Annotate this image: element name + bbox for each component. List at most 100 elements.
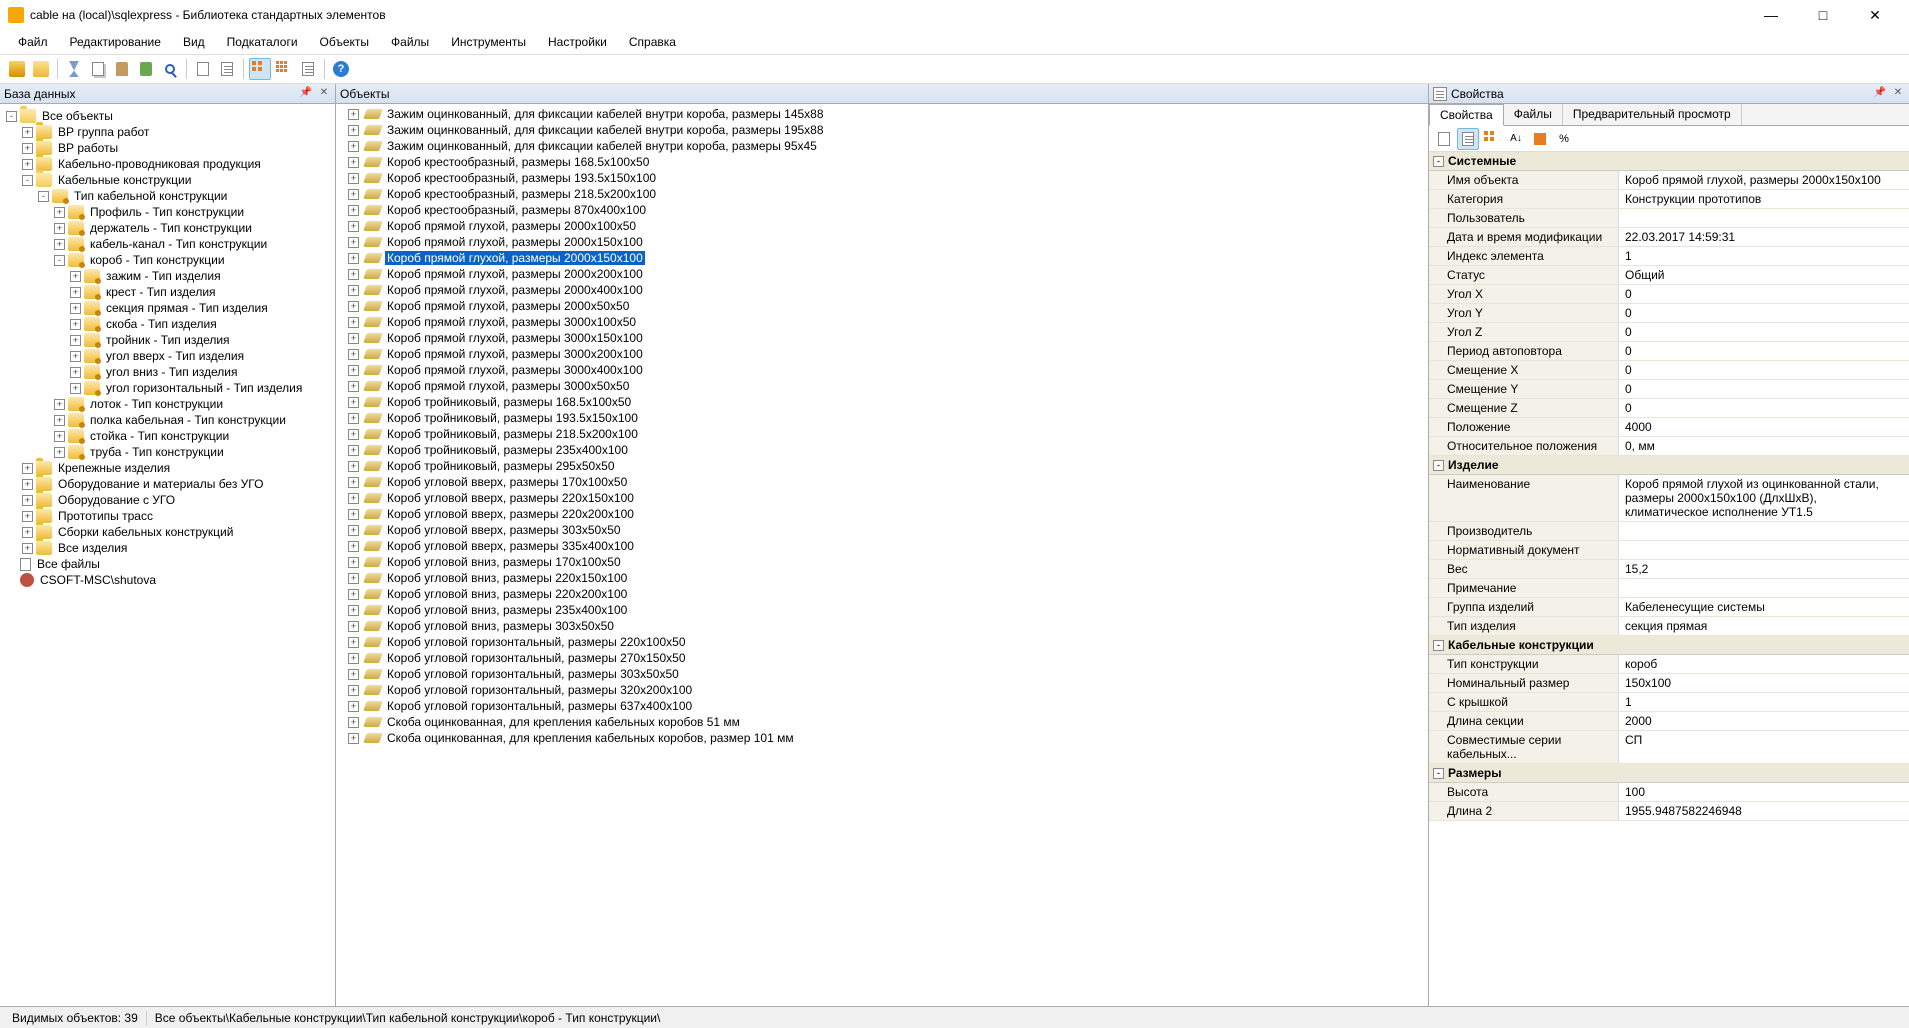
property-value[interactable]: 0 [1619, 342, 1909, 360]
object-item[interactable]: +Короб крестообразный, размеры 168.5х100… [340, 154, 1424, 170]
paste-special-button[interactable] [135, 58, 157, 80]
close-panel-icon[interactable]: ✕ [1891, 87, 1905, 101]
object-item[interactable]: +Короб прямой глухой, размеры 3000х50х50 [340, 378, 1424, 394]
property-row[interactable]: Смещение X0 [1429, 361, 1909, 380]
property-row[interactable]: Относительное положения0, мм [1429, 437, 1909, 456]
collapse-icon[interactable]: - [54, 255, 65, 266]
menu-настройки[interactable]: Настройки [538, 33, 617, 51]
open-folder-button[interactable] [30, 58, 52, 80]
expand-icon[interactable]: + [54, 415, 65, 426]
prop-categorize-button[interactable] [1457, 128, 1479, 150]
object-item[interactable]: +Короб тройниковый, размеры 235х400х100 [340, 442, 1424, 458]
object-item[interactable]: +Зажим оцинкованный, для фиксации кабеле… [340, 122, 1424, 138]
tree-node[interactable]: +Прототипы трасс [2, 508, 333, 524]
expand-icon[interactable]: + [348, 157, 359, 168]
property-row[interactable]: Длина 21955.9487582246948 [1429, 802, 1909, 821]
expand-icon[interactable]: + [348, 653, 359, 664]
paste-button[interactable] [111, 58, 133, 80]
tree-node[interactable]: +Все изделия [2, 540, 333, 556]
tree-node[interactable]: Все файлы [2, 556, 333, 572]
expand-icon[interactable]: + [348, 573, 359, 584]
expand-icon[interactable]: + [348, 109, 359, 120]
object-item[interactable]: +Короб угловой вверх, размеры 303х50х50 [340, 522, 1424, 538]
expand-icon[interactable]: + [348, 221, 359, 232]
property-row[interactable]: Совместимые серии кабельных...СП [1429, 731, 1909, 764]
tree-node[interactable]: +зажим - Тип изделия [2, 268, 333, 284]
property-value[interactable]: 2000 [1619, 712, 1909, 730]
property-row[interactable]: Группа изделийКабеленесущие системы [1429, 598, 1909, 617]
expand-icon[interactable]: + [348, 493, 359, 504]
object-item[interactable]: +Короб угловой вниз, размеры 170х100х50 [340, 554, 1424, 570]
tree-node[interactable]: +Оборудование с УГО [2, 492, 333, 508]
property-row[interactable]: Длина секции2000 [1429, 712, 1909, 731]
expand-icon[interactable]: + [70, 367, 81, 378]
expand-icon[interactable]: + [70, 271, 81, 282]
property-value[interactable]: 0, мм [1619, 437, 1909, 455]
collapse-icon[interactable]: - [1433, 156, 1444, 167]
expand-icon[interactable]: + [348, 285, 359, 296]
tab-0[interactable]: Свойства [1429, 104, 1504, 126]
property-value[interactable] [1619, 209, 1909, 227]
menu-подкаталоги[interactable]: Подкаталоги [217, 33, 308, 51]
object-item[interactable]: +Короб прямой глухой, размеры 3000х200х1… [340, 346, 1424, 362]
collapse-icon[interactable]: - [1433, 768, 1444, 779]
expand-icon[interactable]: + [22, 543, 33, 554]
expand-icon[interactable]: + [348, 413, 359, 424]
object-item[interactable]: +Короб угловой вверх, размеры 220х200х10… [340, 506, 1424, 522]
expand-icon[interactable]: + [70, 383, 81, 394]
tree-node[interactable]: +скоба - Тип изделия [2, 316, 333, 332]
collapse-icon[interactable]: - [38, 191, 49, 202]
object-item[interactable]: +Короб угловой вниз, размеры 303х50х50 [340, 618, 1424, 634]
expand-icon[interactable]: + [348, 669, 359, 680]
property-row[interactable]: Индекс элемента1 [1429, 247, 1909, 266]
menu-инструменты[interactable]: Инструменты [441, 33, 536, 51]
property-row[interactable]: Номинальный размер150x100 [1429, 674, 1909, 693]
object-item[interactable]: +Короб угловой вниз, размеры 220х200х100 [340, 586, 1424, 602]
objects-body[interactable]: +Зажим оцинкованный, для фиксации кабеле… [336, 104, 1428, 1006]
prop-percent-button[interactable]: % [1553, 128, 1575, 150]
tree-node[interactable]: +полка кабельная - Тип конструкции [2, 412, 333, 428]
object-item[interactable]: +Короб крестообразный, размеры 870х400х1… [340, 202, 1424, 218]
menu-редактирование[interactable]: Редактирование [60, 33, 171, 51]
property-value[interactable]: Кабеленесущие системы [1619, 598, 1909, 616]
collapse-icon[interactable]: - [22, 175, 33, 186]
property-value[interactable]: 22.03.2017 14:59:31 [1619, 228, 1909, 246]
prop-grid-button[interactable] [1481, 128, 1503, 150]
expand-icon[interactable]: + [348, 477, 359, 488]
property-value[interactable]: Короб прямой глухой из оцинкованной стал… [1619, 475, 1909, 521]
tree-node[interactable]: +крест - Тип изделия [2, 284, 333, 300]
object-item[interactable]: +Короб угловой вверх, размеры 335х400х10… [340, 538, 1424, 554]
close-button[interactable]: ✕ [1857, 7, 1893, 24]
expand-icon[interactable]: + [348, 509, 359, 520]
object-item[interactable]: +Короб крестообразный, размеры 218.5х200… [340, 186, 1424, 202]
property-row[interactable]: Тип изделиясекция прямая [1429, 617, 1909, 636]
expand-icon[interactable]: + [348, 541, 359, 552]
copy-button[interactable] [87, 58, 109, 80]
expand-icon[interactable]: + [22, 143, 33, 154]
property-row[interactable]: Имя объектаКороб прямой глухой, размеры … [1429, 171, 1909, 190]
property-row[interactable]: Смещение Y0 [1429, 380, 1909, 399]
prop-edit-button[interactable] [1529, 128, 1551, 150]
tile-view-button[interactable] [273, 58, 295, 80]
expand-icon[interactable]: + [348, 269, 359, 280]
expand-icon[interactable]: + [348, 605, 359, 616]
property-row[interactable]: Период автоповтора0 [1429, 342, 1909, 361]
expand-icon[interactable]: + [70, 319, 81, 330]
property-row[interactable]: Высота100 [1429, 783, 1909, 802]
property-group-header[interactable]: -Кабельные конструкции [1429, 636, 1909, 655]
expand-icon[interactable]: + [22, 479, 33, 490]
collapse-icon[interactable]: - [1433, 460, 1444, 471]
property-row[interactable]: Производитель [1429, 522, 1909, 541]
expand-icon[interactable]: + [348, 237, 359, 248]
menu-объекты[interactable]: Объекты [310, 33, 380, 51]
object-item[interactable]: +Короб тройниковый, размеры 168.5х100х50 [340, 394, 1424, 410]
expand-icon[interactable]: + [348, 621, 359, 632]
menu-файлы[interactable]: Файлы [381, 33, 439, 51]
menu-вид[interactable]: Вид [173, 33, 215, 51]
find-button[interactable] [159, 58, 181, 80]
tree-node[interactable]: +Профиль - Тип конструкции [2, 204, 333, 220]
property-row[interactable]: Вес15,2 [1429, 560, 1909, 579]
expand-icon[interactable]: + [348, 349, 359, 360]
tree-body[interactable]: -Все объекты+ВР группа работ+ВР работы+К… [0, 104, 335, 1006]
expand-icon[interactable]: + [54, 223, 65, 234]
